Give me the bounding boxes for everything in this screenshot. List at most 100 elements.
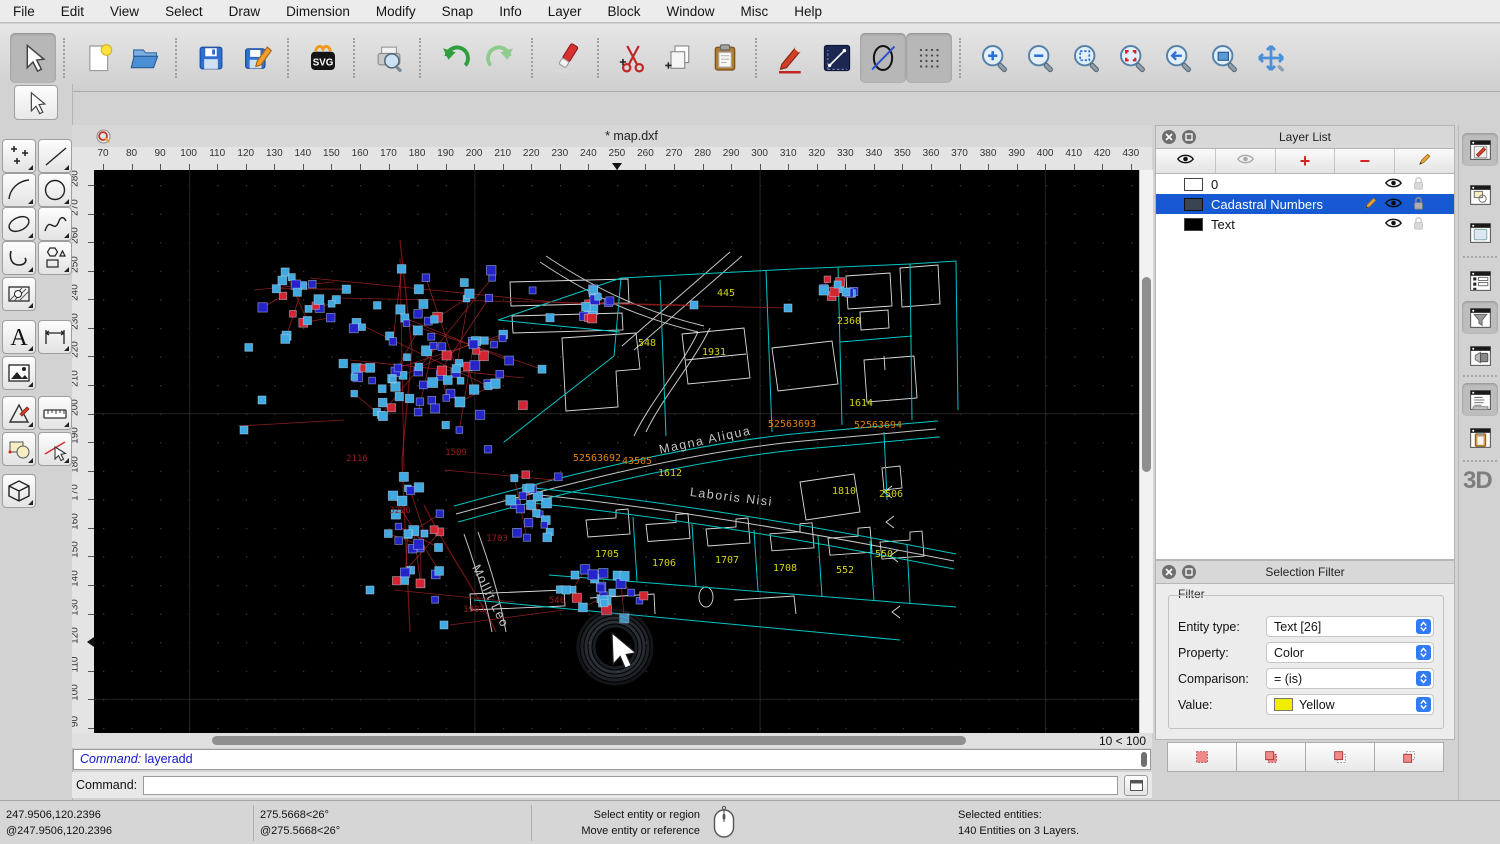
drawing-canvas[interactable]: 2116 1509 3226 1703 1903 546 445 548 1931 2360 161… (94, 170, 1139, 733)
menu-edit[interactable]: Edit (61, 4, 84, 19)
layer-edit-icon[interactable] (1364, 196, 1378, 213)
layer-list-float-icon[interactable] (1182, 130, 1196, 144)
dock-property-editor-button[interactable] (1462, 133, 1498, 166)
dock-library-browser-button[interactable] (1462, 216, 1498, 249)
menu-snap[interactable]: Snap (442, 4, 474, 19)
save-as-button[interactable] (234, 33, 280, 83)
dock-command-prompt-button[interactable] (1462, 339, 1498, 372)
selection-filter-close-icon[interactable] (1162, 565, 1176, 579)
layer-row-0[interactable]: 0 (1156, 174, 1454, 194)
pointer-button[interactable] (10, 32, 56, 83)
hide-all-layers-button[interactable] (1216, 149, 1276, 173)
edit-layer-button[interactable] (1395, 149, 1454, 173)
menu-view[interactable]: View (110, 4, 139, 19)
line-tool-button[interactable] (38, 139, 72, 173)
menu-draw[interactable]: Draw (229, 4, 261, 19)
command-input[interactable] (143, 775, 1118, 795)
polyline-tool-button[interactable] (2, 241, 36, 275)
layer-row-text[interactable]: Text (1156, 214, 1454, 234)
vertical-scrollbar[interactable] (1139, 170, 1153, 733)
zoom-auto-button[interactable] (1064, 33, 1110, 83)
block-tool-button[interactable] (2, 432, 36, 466)
select-entity-tool-button[interactable] (38, 432, 72, 466)
filter-remove-from-selection-button[interactable] (1305, 742, 1375, 772)
stepper-icon[interactable] (1416, 619, 1431, 634)
document-tab[interactable]: * map.dxf (72, 125, 1152, 148)
filter-add-to-selection-button[interactable] (1236, 742, 1306, 772)
layer-visibility-icon[interactable] (1384, 177, 1403, 192)
zoom-selection-button[interactable] (1110, 33, 1156, 83)
stepper-icon[interactable] (1416, 697, 1431, 712)
spline-tool-button[interactable] (38, 207, 72, 241)
pan-button[interactable] (1248, 33, 1294, 83)
dock-layer-list-button[interactable] (1462, 264, 1498, 297)
filter-intersect-selection-button[interactable] (1374, 742, 1444, 772)
selection-filter-float-icon[interactable] (1182, 565, 1196, 579)
layer-lock-icon[interactable] (1413, 216, 1424, 233)
layer-lock-icon[interactable] (1413, 176, 1424, 193)
layer-color-swatch[interactable] (1184, 217, 1203, 231)
zoom-out-button[interactable] (1018, 33, 1064, 83)
history-scrollbar-thumb[interactable] (1141, 752, 1147, 767)
entity-type-select[interactable]: Text [26] (1266, 616, 1434, 637)
dock-block-list-button[interactable] (1462, 178, 1498, 211)
dock-command-history-button[interactable] (1462, 383, 1498, 416)
zoom-in-button[interactable] (972, 33, 1018, 83)
menu-info[interactable]: Info (499, 4, 522, 19)
menu-select[interactable]: Select (165, 4, 203, 19)
menu-dimension[interactable]: Dimension (286, 4, 350, 19)
menu-file[interactable]: File (13, 4, 35, 19)
point-tool-button[interactable] (2, 139, 36, 173)
copy-button[interactable] (656, 33, 702, 83)
menu-modify[interactable]: Modify (376, 4, 416, 19)
print-preview-button[interactable] (366, 33, 412, 83)
svg-export-button[interactable]: SVG (300, 33, 346, 83)
arc-tool-button[interactable] (2, 173, 36, 207)
menu-layer[interactable]: Layer (548, 4, 582, 19)
dock-selection-filter-button[interactable] (1462, 301, 1498, 334)
layer-visibility-icon[interactable] (1384, 197, 1403, 212)
measure-tool-button[interactable] (38, 396, 72, 430)
layer-list-close-icon[interactable] (1162, 130, 1176, 144)
command-options-button[interactable] (1124, 774, 1148, 796)
menu-misc[interactable]: Misc (741, 4, 769, 19)
paste-button[interactable] (702, 33, 748, 83)
modify-tool-button[interactable] (2, 396, 36, 430)
horizontal-scrollbar[interactable]: 10 < 100 (72, 733, 1152, 748)
undo-button[interactable] (432, 33, 478, 83)
menu-window[interactable]: Window (667, 4, 715, 19)
grid-toggle-button[interactable] (906, 32, 952, 83)
value-select[interactable]: Yellow (1266, 694, 1434, 715)
property-select[interactable]: Color (1266, 642, 1434, 663)
add-layer-button[interactable]: + (1276, 149, 1336, 173)
circle-tool-button[interactable] (38, 173, 72, 207)
show-all-layers-button[interactable] (1156, 149, 1216, 173)
layer-visibility-icon[interactable] (1384, 217, 1403, 232)
hatch-tool-button[interactable] (2, 277, 36, 311)
dock-3d-label[interactable]: 3D (1463, 467, 1493, 495)
stepper-icon[interactable] (1416, 671, 1431, 686)
layer-color-swatch[interactable] (1184, 177, 1203, 191)
stepper-icon[interactable] (1416, 645, 1431, 660)
save-button[interactable] (188, 33, 234, 83)
dock-clipboard-button[interactable] (1462, 421, 1498, 454)
new-file-button[interactable] (76, 33, 122, 83)
zoom-previous-button[interactable] (1156, 33, 1202, 83)
ellipse-tool-button[interactable] (2, 207, 36, 241)
menu-block[interactable]: Block (608, 4, 641, 19)
menu-help[interactable]: Help (794, 4, 822, 19)
redo-button[interactable] (478, 33, 524, 83)
circle-slash-tool-button[interactable] (860, 32, 906, 83)
horizontal-scrollbar-thumb[interactable] (212, 736, 966, 745)
filter-select-all-button[interactable] (1167, 742, 1237, 772)
solid-tool-button[interactable] (2, 474, 36, 508)
zoom-window-button[interactable] (1202, 33, 1248, 83)
layer-row-cadastral-numbers[interactable]: Cadastral Numbers (1156, 194, 1454, 214)
shape-tool-button[interactable] (38, 241, 72, 275)
layer-lock-icon[interactable] (1413, 196, 1424, 213)
cut-button[interactable] (610, 33, 656, 83)
open-file-button[interactable] (122, 33, 168, 83)
text-tool-button[interactable]: A (2, 320, 36, 354)
remove-layer-button[interactable]: − (1335, 149, 1396, 173)
dimension-tool-button[interactable] (38, 320, 72, 354)
